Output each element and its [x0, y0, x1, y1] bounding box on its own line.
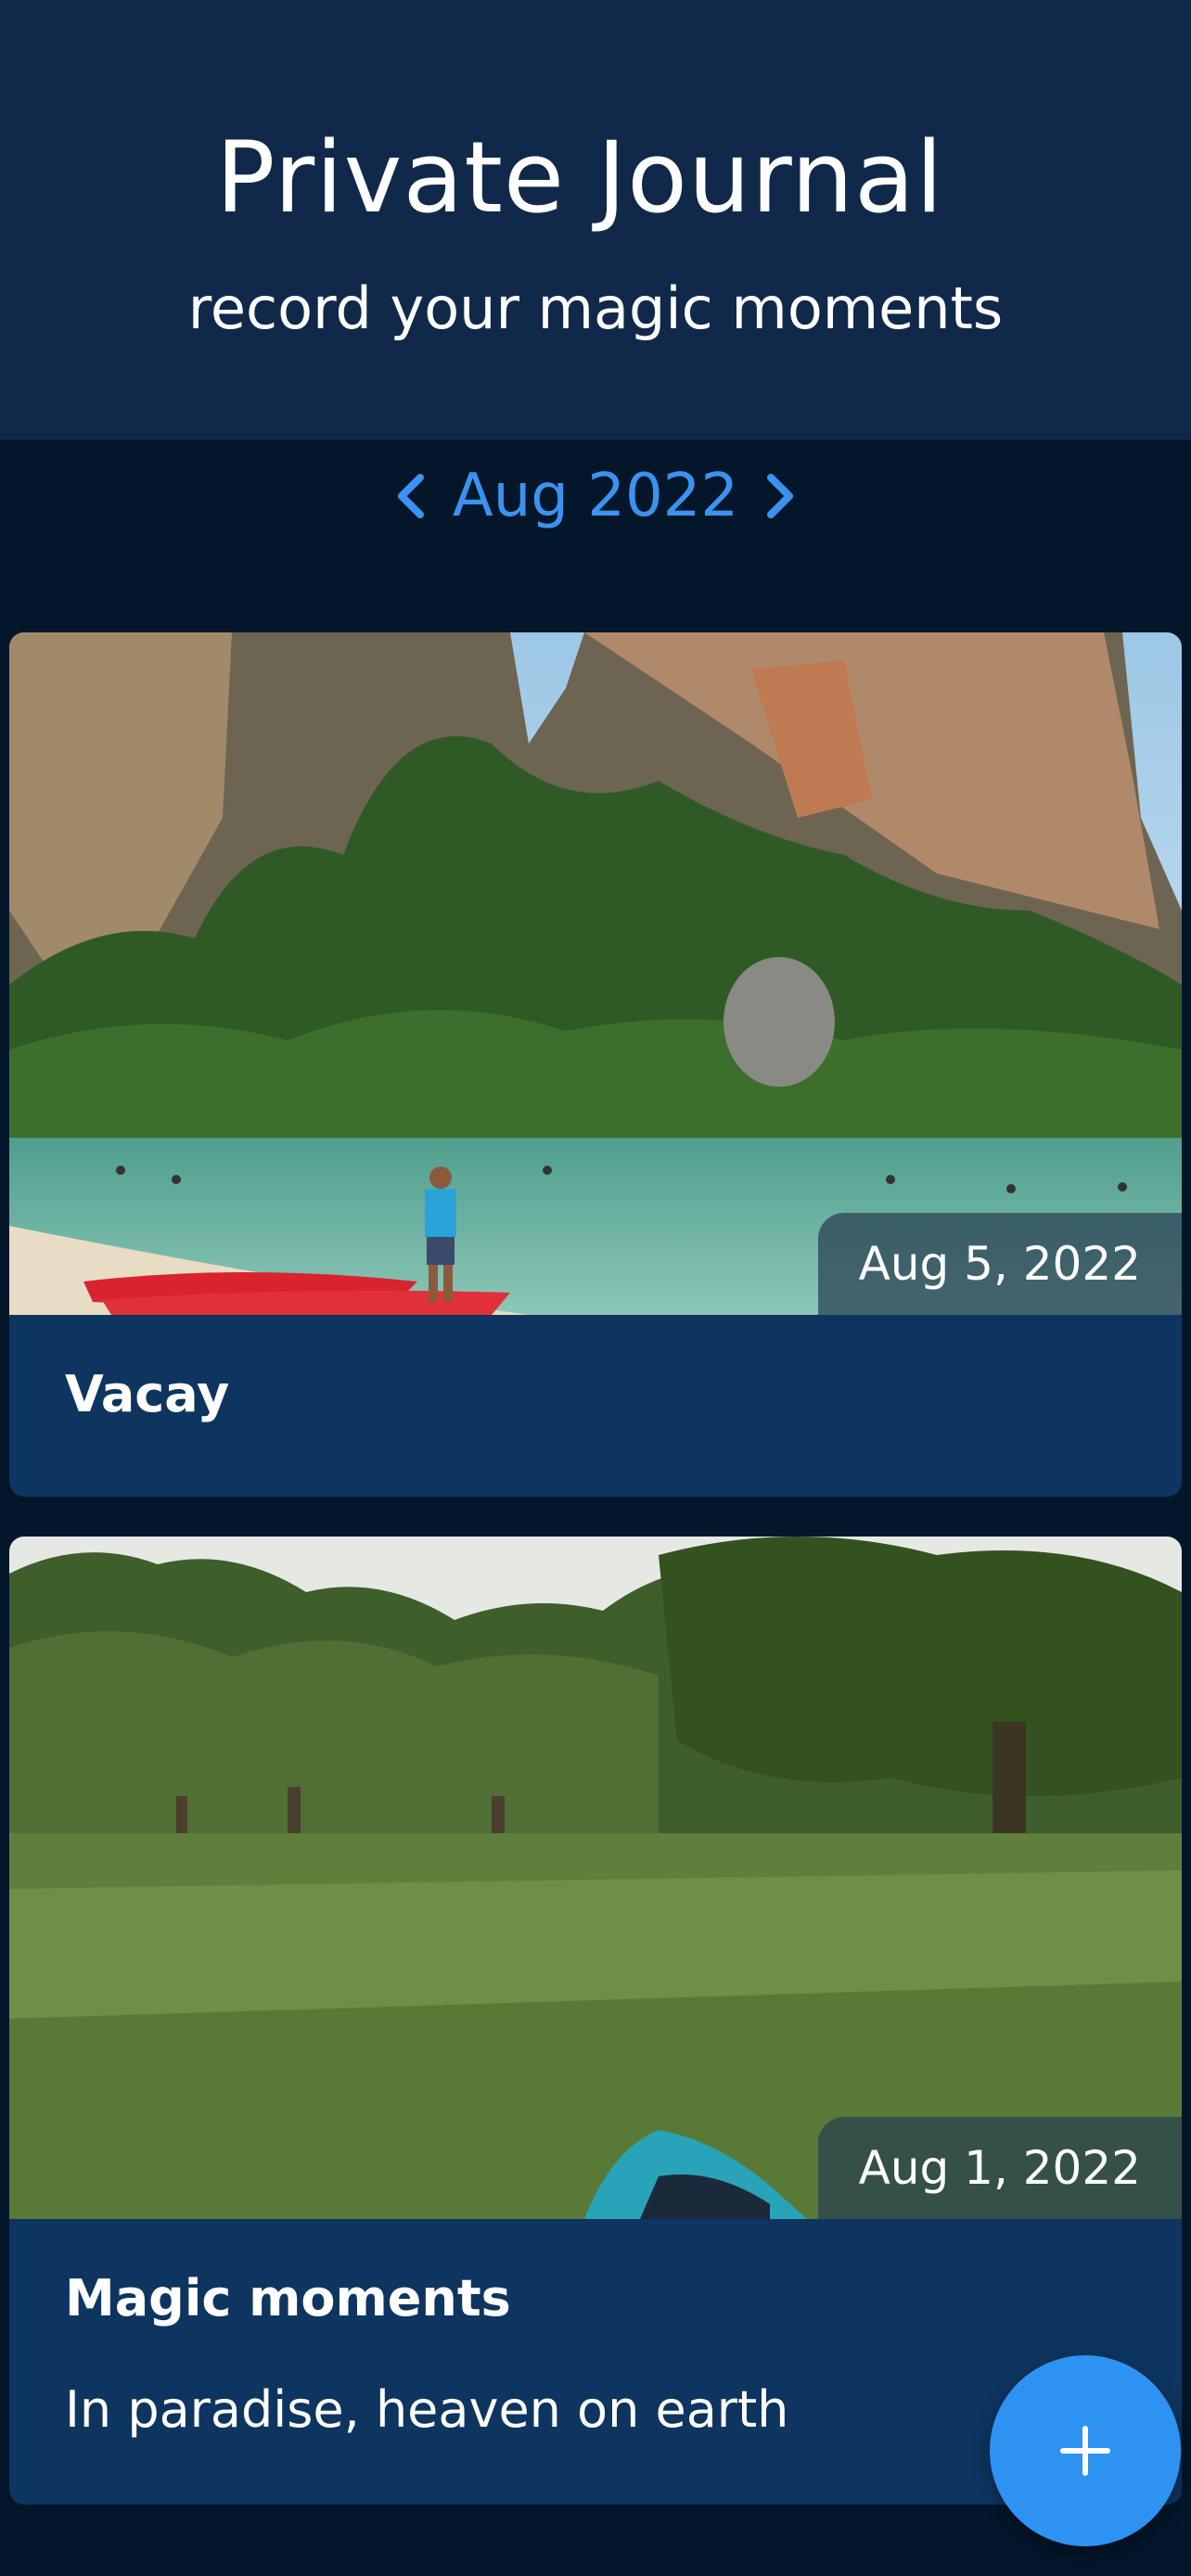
app-subtitle: record your magic moments [187, 274, 1004, 342]
previous-month-button[interactable] [378, 454, 443, 538]
plus-icon [1060, 2426, 1110, 2476]
add-entry-button[interactable] [990, 2355, 1181, 2546]
app-title: Private Journal [215, 121, 944, 235]
next-month-button[interactable] [748, 454, 813, 538]
chevron-right-icon [767, 474, 794, 518]
entry-body-text: In paradise, heaven on earth [65, 2380, 789, 2439]
chevron-left-icon [397, 474, 424, 518]
app-header: Private Journal record your magic moment… [0, 0, 1191, 440]
entry-title: Magic moments [65, 2269, 511, 2327]
journal-entry-card[interactable]: Aug 5, 2022 Vacay [9, 632, 1182, 1497]
current-month-label: Aug 2022 [452, 462, 739, 530]
entry-date-badge: Aug 1, 2022 [817, 2117, 1182, 2219]
journal-entry-card[interactable]: Aug 1, 2022 Magic moments In paradise, h… [9, 1537, 1182, 2505]
month-navigator: Aug 2022 [0, 454, 1191, 538]
entry-title: Vacay [65, 1365, 230, 1423]
entry-photo-beach: Aug 5, 2022 [9, 632, 1182, 1315]
entry-date-badge: Aug 5, 2022 [817, 1213, 1182, 1315]
entry-photo-meadow: Aug 1, 2022 [9, 1537, 1182, 2219]
